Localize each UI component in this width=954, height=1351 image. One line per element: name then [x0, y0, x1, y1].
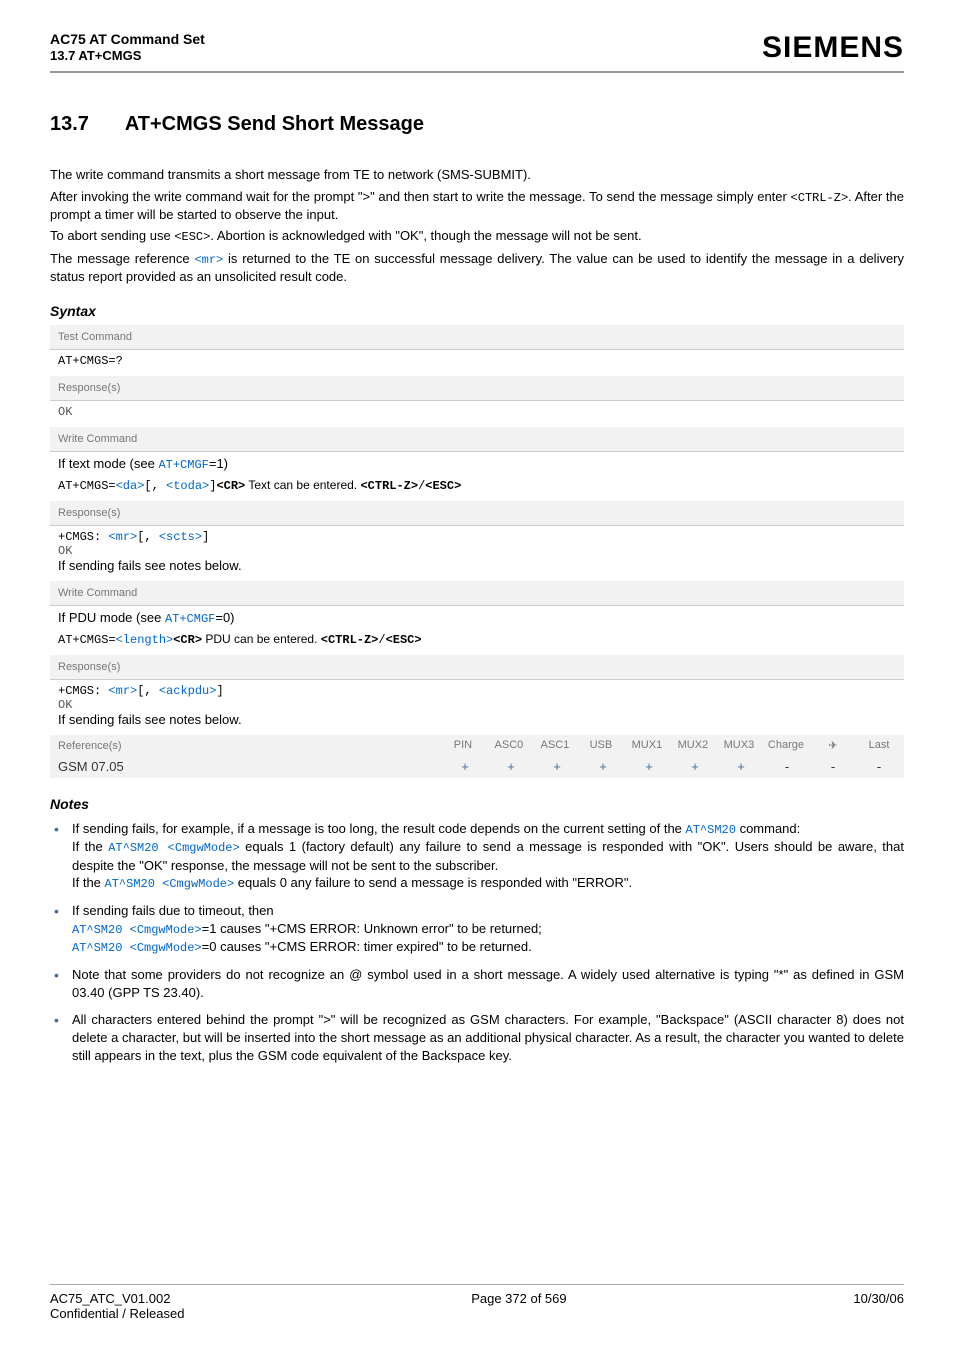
- airplane-icon: ✈: [816, 739, 850, 752]
- write1-ok: OK: [58, 544, 896, 558]
- intro-p3: To abort sending use <ESC>. Abortion is …: [50, 227, 904, 245]
- footer-date: 10/30/06: [853, 1291, 904, 1321]
- intro-p4: The message reference <mr> is returned t…: [50, 250, 904, 286]
- reference-row: GSM 07.05 + + + + + + + - - -: [50, 755, 904, 778]
- page-footer: AC75_ATC_V01.002 Confidential / Released…: [50, 1284, 904, 1321]
- footer-doc: AC75_ATC_V01.002: [50, 1291, 170, 1306]
- write2-ok: OK: [58, 698, 896, 712]
- write1-fail: If sending fails see notes below.: [58, 558, 896, 573]
- syntax-heading: Syntax: [50, 303, 904, 319]
- write2-syntax: AT+CMGS=<length><CR> PDU can be entered.…: [58, 632, 896, 647]
- write-command-label-1: Write Command: [58, 433, 896, 445]
- reference-label: Reference(s): [58, 740, 122, 752]
- write2-response: +CMGS: <mr>[, <ackpdu>]: [58, 684, 896, 698]
- intro-p1: The write command transmits a short mess…: [50, 166, 904, 184]
- write1-syntax: AT+CMGS=<da>[, <toda>]<CR> Text can be e…: [58, 478, 896, 493]
- footer-page: Page 372 of 569: [471, 1291, 566, 1321]
- response-label: Response(s): [58, 382, 896, 394]
- write2-response-label: Response(s): [58, 661, 896, 673]
- siemens-logo: SIEMENS: [762, 31, 904, 65]
- note-4: All characters entered behind the prompt…: [50, 1011, 904, 1064]
- section-title: AT+CMGS Send Short Message: [125, 113, 424, 135]
- write-command-label-2: Write Command: [58, 587, 896, 599]
- section-number: 13.7: [50, 113, 120, 136]
- test-ok: OK: [58, 405, 896, 419]
- footer-conf: Confidential / Released: [50, 1306, 184, 1321]
- note-1: If sending fails, for example, if a mess…: [50, 820, 904, 892]
- test-command-label: Test Command: [58, 331, 896, 343]
- note-3: Note that some providers do not recogniz…: [50, 966, 904, 1001]
- write1-response-label: Response(s): [58, 507, 896, 519]
- notes-heading: Notes: [50, 796, 904, 812]
- test-command-block: Test Command: [50, 325, 904, 350]
- doc-title: AC75 AT Command Set: [50, 30, 205, 48]
- section-heading: 13.7 AT+CMGS Send Short Message: [50, 113, 904, 136]
- write2-fail: If sending fails see notes below.: [58, 712, 896, 727]
- doc-subtitle: 13.7 AT+CMGS: [50, 48, 205, 65]
- write1-mode: If text mode (see AT+CMGF=1): [58, 456, 896, 472]
- write2-mode: If PDU mode (see AT+CMGF=0): [58, 610, 896, 626]
- intro-p2: After invoking the write command wait fo…: [50, 188, 904, 224]
- test-command: AT+CMGS=?: [58, 354, 896, 368]
- page-header: AC75 AT Command Set 13.7 AT+CMGS SIEMENS: [50, 30, 904, 73]
- note-2: If sending fails due to timeout, then AT…: [50, 902, 904, 956]
- notes-list: If sending fails, for example, if a mess…: [50, 820, 904, 1064]
- reference-header: Reference(s) PIN ASC0 ASC1 USB MUX1 MUX2…: [50, 735, 904, 755]
- write1-response: +CMGS: <mr>[, <scts>]: [58, 530, 896, 544]
- reference-name: GSM 07.05: [58, 759, 124, 774]
